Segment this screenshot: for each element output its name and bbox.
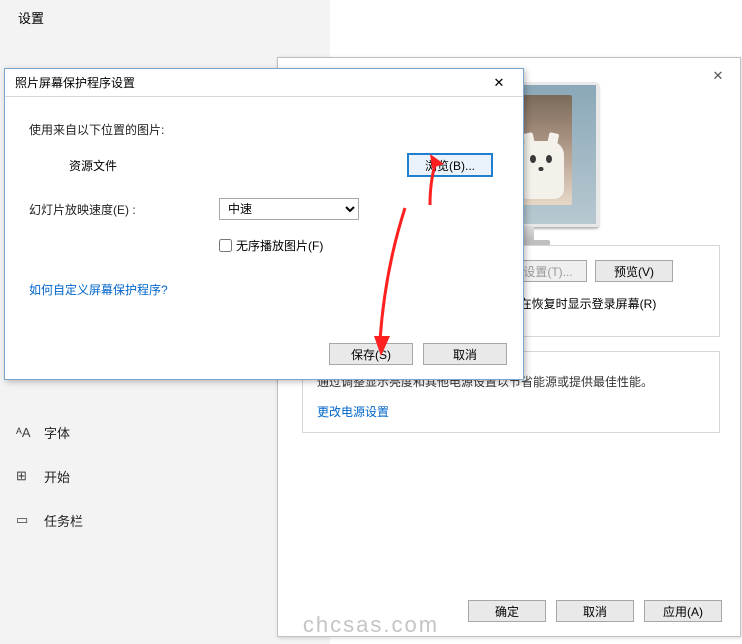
ok-button[interactable]: 确定 bbox=[468, 600, 546, 622]
power-settings-link[interactable]: 更改电源设置 bbox=[317, 405, 389, 419]
use-pictures-from-label: 使用来自以下位置的图片: bbox=[29, 121, 219, 138]
sidebar-item-start[interactable]: ⊞ 开始 bbox=[16, 454, 83, 498]
settings-title: 设置 bbox=[18, 8, 44, 27]
browse-button[interactable]: 浏览(B)... bbox=[407, 153, 493, 177]
cancel-button[interactable]: 取消 bbox=[556, 600, 634, 622]
sidebar-item-taskbar[interactable]: ▭ 任务栏 bbox=[16, 498, 83, 542]
folder-name: 资源文件 bbox=[29, 157, 219, 174]
settings-sidebar: ᴬA 字体 ⊞ 开始 ▭ 任务栏 bbox=[16, 410, 83, 542]
shuffle-checkbox[interactable] bbox=[219, 239, 232, 252]
shuffle-label: 无序播放图片(F) bbox=[236, 237, 323, 254]
taskbar-icon: ▭ bbox=[16, 512, 38, 528]
resume-checkbox-label: 在恢复时显示登录屏幕(R) bbox=[520, 295, 657, 312]
help-link[interactable]: 如何自定义屏幕保护程序? bbox=[29, 281, 499, 298]
cancel-button[interactable]: 取消 bbox=[423, 343, 507, 365]
close-button[interactable]: ✕ bbox=[704, 66, 732, 86]
sidebar-item-fonts[interactable]: ᴬA 字体 bbox=[16, 410, 83, 454]
preview-button[interactable]: 预览(V) bbox=[595, 260, 673, 282]
close-button[interactable]: ✕ bbox=[481, 73, 517, 93]
sidebar-item-label: 任务栏 bbox=[44, 511, 83, 530]
save-button[interactable]: 保存(S) bbox=[329, 343, 413, 365]
photos-settings-dialog: 照片屏幕保护程序设置 ✕ 使用来自以下位置的图片: 资源文件 浏览(B)... … bbox=[4, 68, 524, 380]
slideshow-speed-label: 幻灯片放映速度(E) : bbox=[29, 201, 219, 218]
sidebar-item-label: 字体 bbox=[44, 423, 70, 442]
start-icon: ⊞ bbox=[16, 468, 38, 484]
slideshow-speed-select[interactable]: 中速 bbox=[219, 198, 359, 220]
dialog-title: 照片屏幕保护程序设置 bbox=[15, 74, 135, 91]
sidebar-item-label: 开始 bbox=[44, 467, 70, 486]
watermark: chcsas.com bbox=[303, 612, 439, 638]
apply-button[interactable]: 应用(A) bbox=[644, 600, 722, 622]
font-icon: ᴬA bbox=[16, 425, 38, 440]
